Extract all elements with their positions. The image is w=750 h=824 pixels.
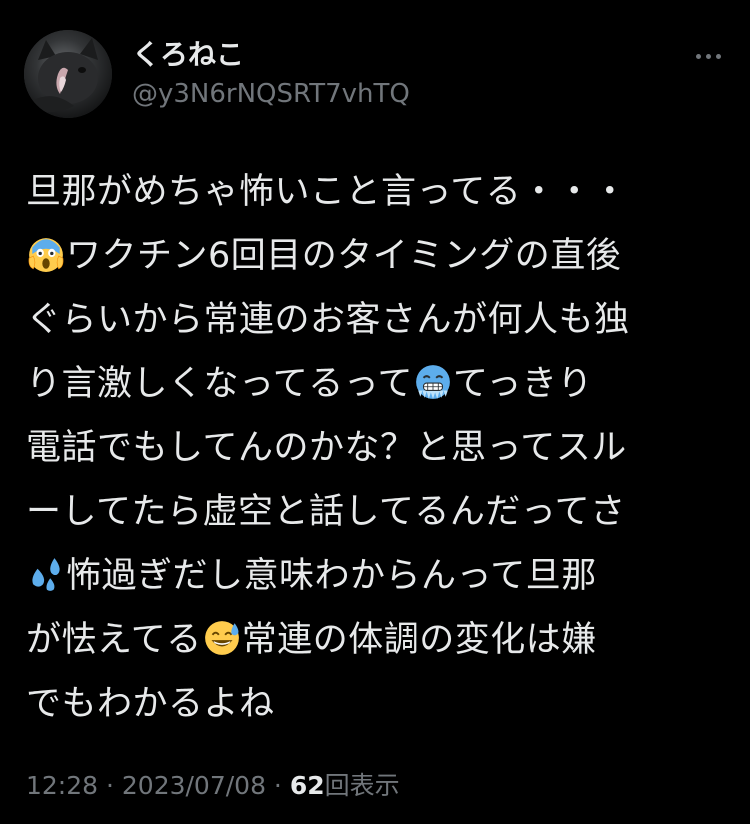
tweet-text-segment: 旦那がめちゃ怖いこと言ってる・・・ — [26, 172, 628, 212]
tweet-text-line: 電話でもしてんのかな？と思ってスル — [26, 416, 726, 480]
tweet-text-segment: てっきり — [453, 364, 593, 404]
more-horizontal-icon — [695, 53, 701, 59]
tweet-text-line: でもわかるよね — [26, 672, 726, 736]
tweet-text-line: が怯えてる 常連の体調の変化は嫌 — [26, 608, 726, 672]
views-count[interactable]: 62 — [290, 771, 325, 800]
meta-separator: · — [265, 771, 290, 800]
tweet-text-segment: ーしてたら虚空と話してるんだってさ — [26, 492, 626, 532]
tweet-text-segment: ワクチン6回目のタイミングの直後 — [66, 236, 622, 276]
cold-face-emoji — [414, 363, 452, 401]
grinning-sweat-emoji — [203, 619, 241, 657]
tweet-date[interactable]: 2023/07/08 — [122, 771, 266, 800]
author-handle[interactable]: @y3N6rNQSRT7vhTQ — [132, 78, 410, 110]
views-label[interactable]: 回表示 — [325, 771, 400, 800]
more-dot — [705, 53, 711, 59]
tweet-text: 旦那がめちゃ怖いこと言ってる・・・ワクチン6回目のタイミングの直後ぐらいから常連… — [26, 160, 726, 736]
author-display-name[interactable]: くろねこ — [132, 38, 244, 72]
meta-separator: · — [98, 771, 122, 800]
tweet-text-segment: り言激しくなってるって — [26, 364, 414, 404]
tweet-text-segment: が怯えてる — [26, 620, 202, 660]
tweet-text-line: り言激しくなってるって てっきり — [26, 352, 726, 416]
more-options-button[interactable] — [688, 40, 728, 72]
tweet-text-segment: 電話でもしてんのかな？と思ってスル — [26, 428, 627, 468]
tweet-text-line: 怖過ぎだし意味わからんって旦那 — [26, 544, 726, 608]
tweet-text-segment: 怖過ぎだし意味わからんって旦那 — [66, 556, 597, 596]
tweet-text-segment: ぐらいから常連のお客さんが何人も独 — [26, 300, 630, 340]
black-cat-avatar-icon — [24, 30, 112, 118]
scream-emoji — [27, 235, 65, 273]
tweet-text-segment: でもわかるよね — [26, 684, 275, 724]
more-dot — [715, 53, 721, 59]
sweat-droplets-emoji — [27, 555, 65, 593]
tweet-text-segment: 常連の体調の変化は嫌 — [241, 620, 597, 660]
tweet-text-line: ぐらいから常連のお客さんが何人も独 — [26, 288, 726, 352]
tweet-text-line: 旦那がめちゃ怖いこと言ってる・・・ — [26, 160, 726, 224]
tweet-meta: 12:28 · 2023/07/08 · 62回表示 — [26, 768, 400, 804]
tweet-text-line: ーしてたら虚空と話してるんだってさ — [26, 480, 726, 544]
tweet-text-line: ワクチン6回目のタイミングの直後 — [26, 224, 726, 288]
author-avatar[interactable] — [24, 30, 112, 118]
tweet: くろねこ @y3N6rNQSRT7vhTQ 旦那がめちゃ怖いこと言ってる・・・ワ… — [0, 0, 750, 824]
tweet-time[interactable]: 12:28 — [26, 771, 98, 800]
